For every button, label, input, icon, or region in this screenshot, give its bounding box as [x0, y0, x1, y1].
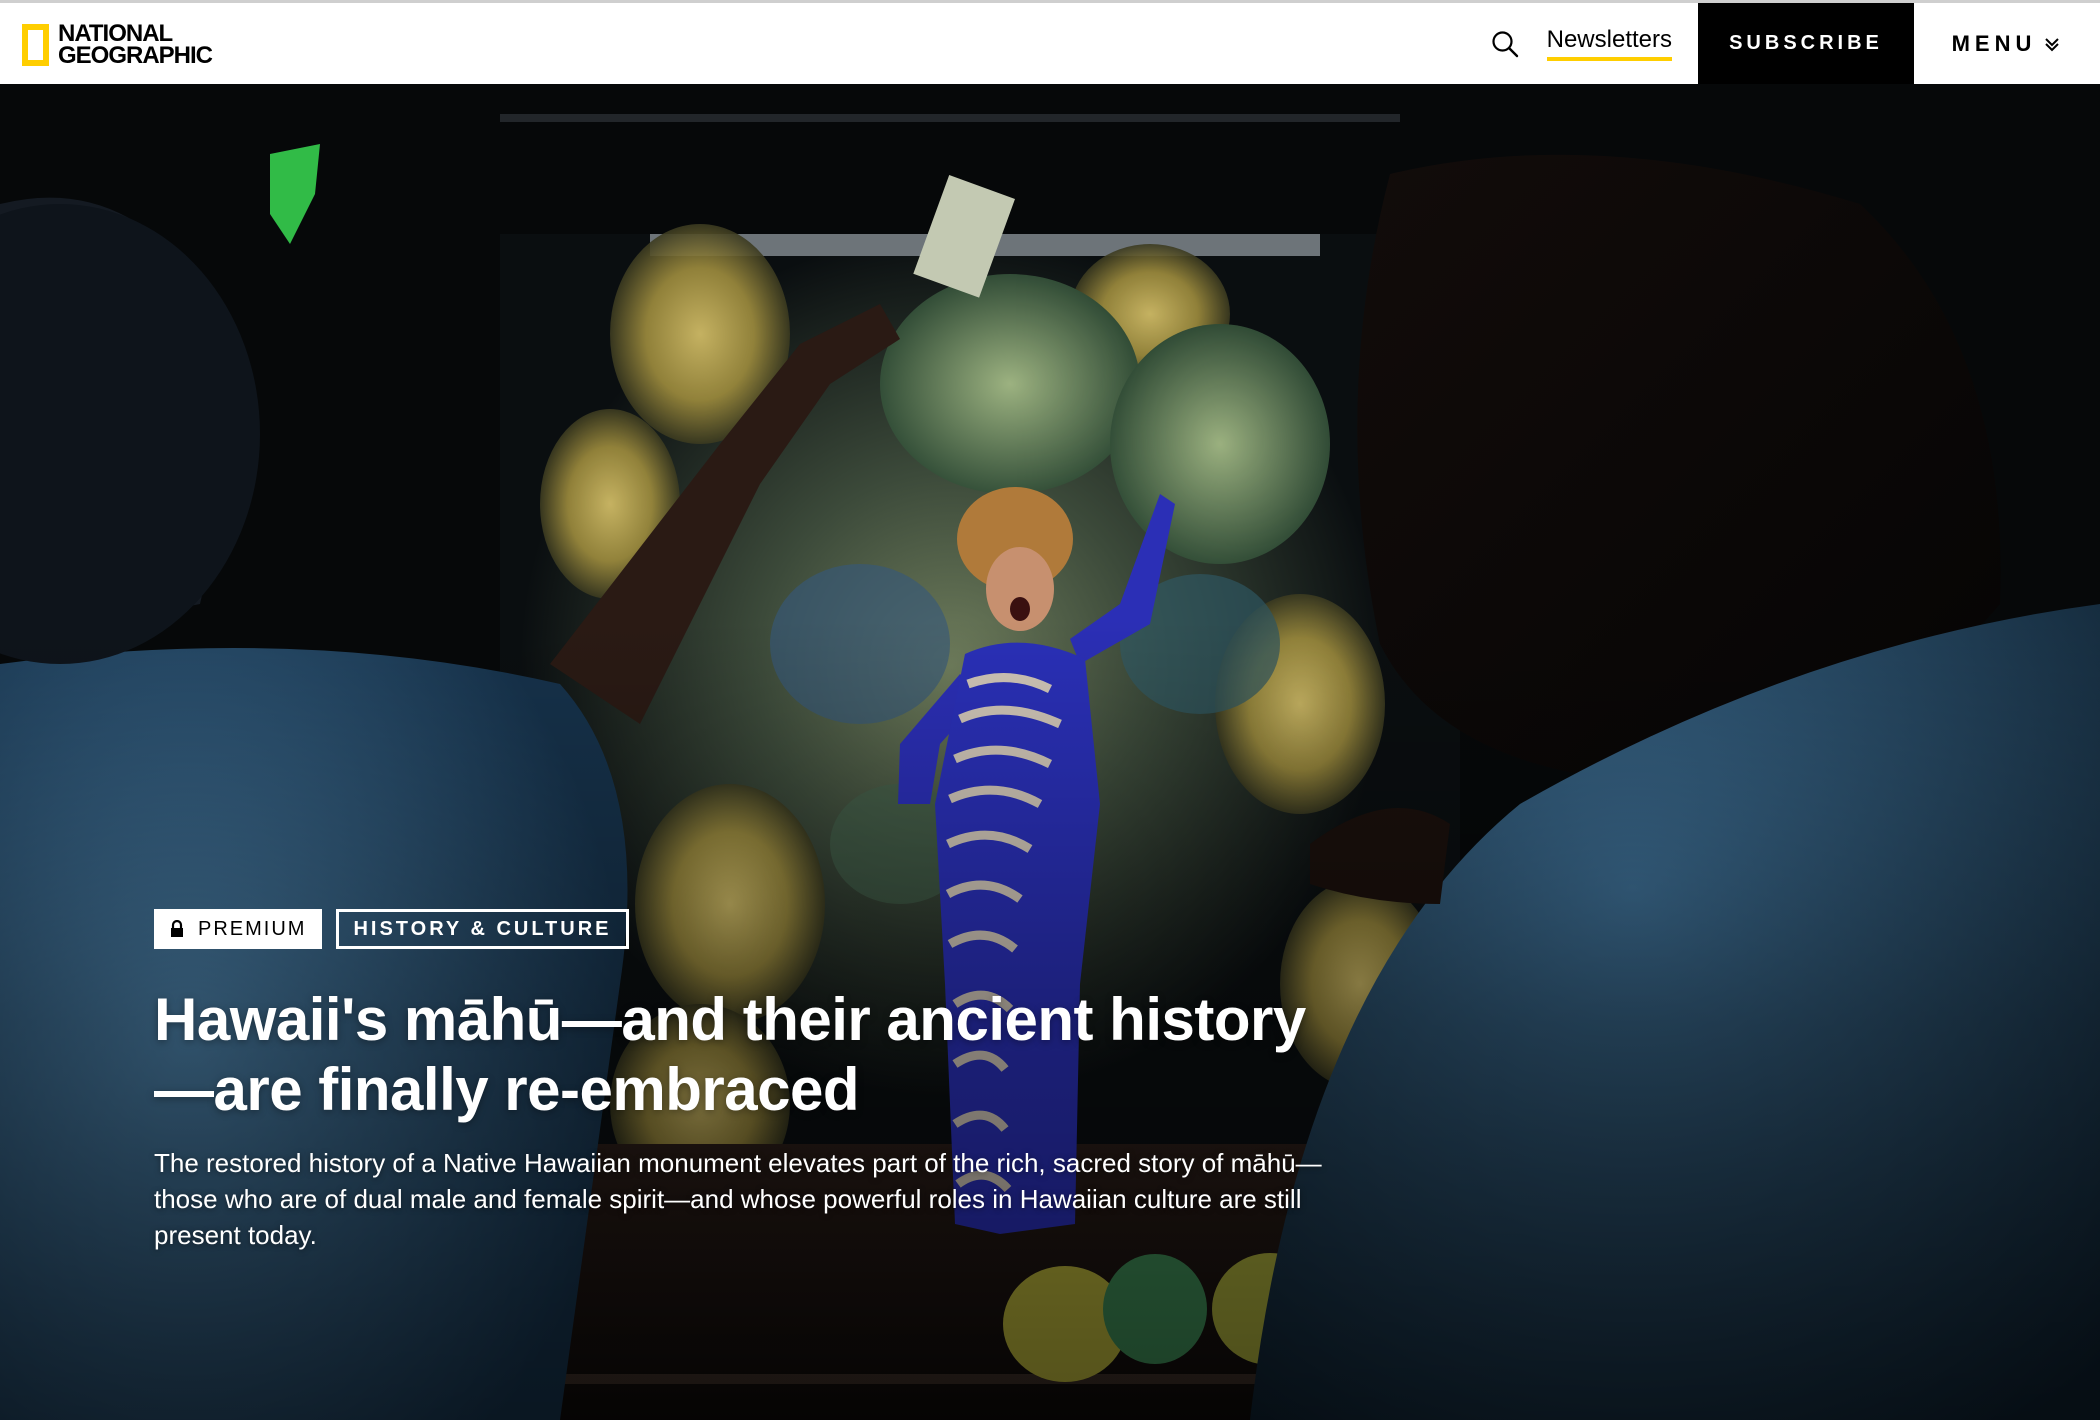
article-dek: The restored history of a Native Hawaiia…	[154, 1148, 1322, 1250]
premium-label: PREMIUM	[198, 917, 307, 940]
menu-label: MENU	[1951, 30, 2037, 56]
search-icon	[1492, 30, 1518, 57]
headline-line-1: Hawaii's māhū—and their ancient history	[154, 986, 1306, 1053]
lock-icon	[170, 920, 184, 938]
category-tag-history-culture[interactable]: HISTORY & CULTURE	[336, 909, 629, 949]
logo-wordmark: NATIONAL GEOGRAPHIC	[58, 22, 213, 69]
article-headline[interactable]: Hawaii's māhū—and their ancient history …	[154, 985, 1334, 1125]
yellow-border-logo-icon	[22, 24, 49, 66]
headline-line-2: —are finally re-embraced	[154, 1056, 859, 1123]
subscribe-button[interactable]: SUBSCRIBE	[1698, 3, 1914, 84]
hero: PREMIUM HISTORY & CULTURE Hawaii's māhū—…	[0, 84, 2100, 1420]
site-header: NATIONAL GEOGRAPHIC Newsletters SUBSCRIB…	[0, 0, 2100, 84]
hero-content: PREMIUM HISTORY & CULTURE Hawaii's māhū—…	[154, 909, 1404, 1253]
page: NATIONAL GEOGRAPHIC Newsletters SUBSCRIB…	[0, 0, 2100, 1420]
chevron-down-icon	[2042, 34, 2062, 54]
menu-button[interactable]: MENU	[1914, 3, 2100, 84]
premium-badge[interactable]: PREMIUM	[154, 909, 323, 949]
article-tags: PREMIUM HISTORY & CULTURE	[154, 909, 1404, 949]
search-button[interactable]	[1485, 24, 1525, 64]
logo-line-2: GEOGRAPHIC	[58, 42, 213, 69]
national-geographic-logo[interactable]: NATIONAL GEOGRAPHIC	[22, 17, 213, 73]
newsletters-link[interactable]: Newsletters	[1546, 26, 1672, 61]
header-actions: Newsletters SUBSCRIBE MENU	[1485, 3, 2100, 84]
